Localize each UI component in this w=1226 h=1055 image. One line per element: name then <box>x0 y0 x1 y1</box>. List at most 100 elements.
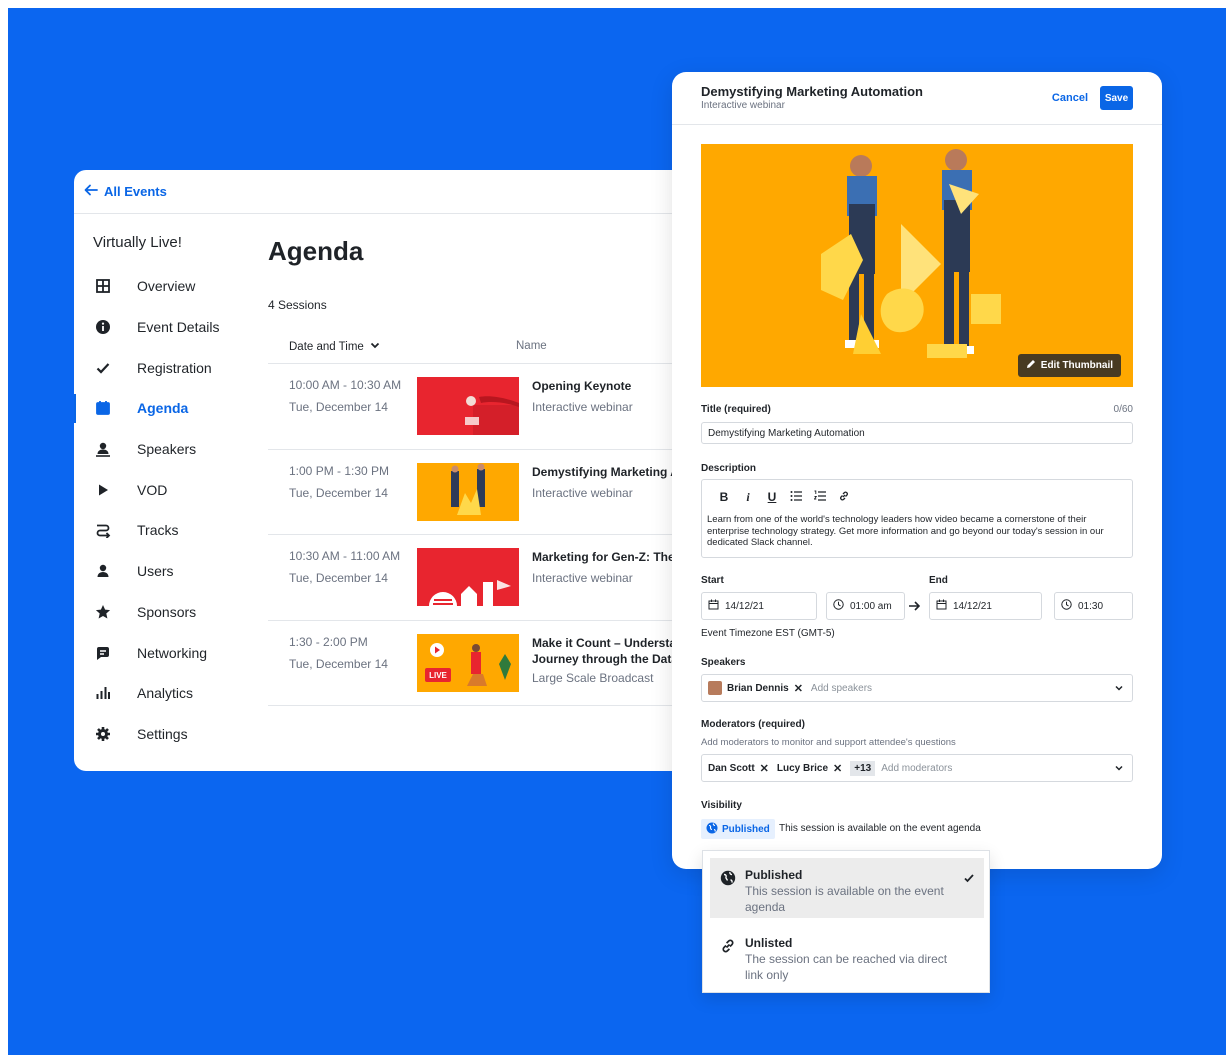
sidebar-item-event-details[interactable]: Event Details <box>74 307 254 348</box>
edit-thumbnail-button[interactable]: Edit Thumbnail <box>1017 354 1121 377</box>
globe-icon <box>706 822 718 837</box>
arrow-right-icon <box>908 599 921 611</box>
session-thumbnail <box>417 548 519 606</box>
description-editor[interactable]: B i U Learn from one of the world's tech… <box>701 479 1133 558</box>
moderators-label: Moderators (required) <box>701 719 805 730</box>
sidebar-item-settings[interactable]: Settings <box>74 714 254 755</box>
gear-icon <box>94 725 112 743</box>
session-thumbnail: LIVE <box>417 633 519 692</box>
session-name: Make it Count – Understar Journey throug… <box>532 635 681 666</box>
sidebar-item-registration[interactable]: Registration <box>74 347 254 388</box>
column-header-name: Name <box>516 340 547 352</box>
visibility-label: Visibility <box>701 800 742 811</box>
all-events-link[interactable]: All Events <box>84 183 167 200</box>
end-date-field[interactable]: 14/12/21 <box>929 592 1042 620</box>
all-events-label: All Events <box>104 184 167 199</box>
visibility-option-published[interactable]: Published This session is available on t… <box>710 858 984 918</box>
visibility-value: Published <box>722 823 770 835</box>
moderator-name: Lucy Brice <box>776 762 829 774</box>
start-time-field[interactable]: 01:00 am <box>826 592 905 620</box>
sidebar-item-users[interactable]: Users <box>74 551 254 592</box>
start-date-value: 14/12/21 <box>725 600 764 612</box>
calendar-icon <box>708 599 725 613</box>
moderators-select[interactable]: Dan Scott ✕ Lucy Brice ✕ +13 Add moderat… <box>701 754 1133 782</box>
session-type: Interactive webinar <box>532 571 633 585</box>
grid-icon <box>94 277 112 295</box>
sidebar-item-label: Overview <box>137 278 196 295</box>
chevron-down-icon <box>1114 683 1124 693</box>
save-button[interactable]: Save <box>1100 86 1133 110</box>
sidebar-item-tracks[interactable]: Tracks <box>74 510 254 551</box>
title-label: Title (required) <box>701 404 771 415</box>
sidebar: Virtually Live! Overview Event Details R… <box>74 214 254 771</box>
visibility-select[interactable]: Published <box>701 819 775 839</box>
sidebar-item-analytics[interactable]: Analytics <box>74 673 254 714</box>
speaker-chip: Brian Dennis ✕ <box>708 681 803 695</box>
more-moderators-badge[interactable]: +13 <box>850 760 876 776</box>
sidebar-item-vod[interactable]: VOD <box>74 469 254 510</box>
numbered-list-button[interactable] <box>808 489 832 505</box>
session-date: Tue, December 14 <box>289 485 388 500</box>
sidebar-item-sponsors[interactable]: Sponsors <box>74 592 254 633</box>
edit-session-panel: Demystifying Marketing Automation Intera… <box>672 72 1162 869</box>
start-date-field[interactable]: 14/12/21 <box>701 592 817 620</box>
tracks-icon <box>94 521 112 539</box>
edit-header: Demystifying Marketing Automation Intera… <box>672 72 1162 125</box>
cancel-button[interactable]: Cancel <box>1052 92 1088 104</box>
timezone-text: Event Timezone EST (GMT-5) <box>701 628 835 639</box>
bullet-list-button[interactable] <box>784 489 808 505</box>
chevron-down-icon <box>370 340 380 353</box>
speaker-person-icon <box>94 440 112 458</box>
speaker-name: Brian Dennis <box>727 682 789 694</box>
check-icon <box>94 359 112 377</box>
remove-moderator-button[interactable]: ✕ <box>760 762 769 775</box>
session-time: 10:00 AM - 10:30 AM <box>289 378 402 392</box>
description-text: Learn from one of the world's technology… <box>707 514 1104 548</box>
option-title: Unlisted <box>745 936 793 950</box>
italic-button[interactable]: i <box>736 489 760 505</box>
column-header-date: Date and Time <box>289 340 364 353</box>
live-badge-label: LIVE <box>429 671 447 680</box>
bold-button[interactable]: B <box>712 489 736 505</box>
session-subtitle: Interactive webinar <box>701 100 785 111</box>
sidebar-item-overview[interactable]: Overview <box>74 266 254 307</box>
link-icon <box>838 490 850 505</box>
rich-text-toolbar: B i U <box>702 480 1132 510</box>
sort-date-time-header[interactable]: Date and Time <box>268 340 516 353</box>
visibility-option-unlisted[interactable]: Unlisted The session can be reached via … <box>710 926 984 986</box>
link-icon <box>720 938 736 954</box>
session-hero-thumbnail: Edit Thumbnail <box>701 144 1133 387</box>
option-description: This session is available on the event a… <box>745 884 944 914</box>
link-button[interactable] <box>832 489 856 505</box>
description-label: Description <box>701 463 757 474</box>
remove-speaker-button[interactable]: ✕ <box>794 682 803 695</box>
end-label: End <box>929 575 948 586</box>
start-time-value: 01:00 am <box>850 600 892 612</box>
sidebar-item-agenda[interactable]: Agenda <box>74 388 254 429</box>
session-time: 1:00 PM - 1:30 PM <box>289 463 390 478</box>
bar-chart-icon <box>94 684 112 702</box>
arrow-left-icon <box>84 183 98 200</box>
session-type: Large Scale Broadcast <box>532 670 654 685</box>
sidebar-item-speakers[interactable]: Speakers <box>74 429 254 470</box>
numbered-list-icon <box>813 490 826 505</box>
moderator-chip: Dan Scott ✕ <box>708 762 769 775</box>
title-input[interactable]: Demystifying Marketing Automation <box>701 422 1133 444</box>
moderator-name: Dan Scott <box>708 762 755 774</box>
sidebar-item-label: Agenda <box>137 400 189 417</box>
sidebar-item-label: Analytics <box>137 685 194 702</box>
underline-button[interactable]: U <box>760 489 784 505</box>
session-title-heading: Demystifying Marketing Automation <box>701 84 923 99</box>
sidebar-item-label: Networking <box>137 644 208 661</box>
title-char-count: 0/60 <box>1113 404 1133 415</box>
bullet-list-icon <box>790 490 802 505</box>
user-icon <box>94 562 112 580</box>
option-title: Published <box>745 868 803 882</box>
sidebar-item-label: Settings <box>137 725 188 742</box>
end-time-field[interactable]: 01:30 <box>1054 592 1133 620</box>
speakers-select[interactable]: Brian Dennis ✕ Add speakers <box>701 674 1133 702</box>
end-date-value: 14/12/21 <box>953 600 992 612</box>
sidebar-item-networking[interactable]: Networking <box>74 632 254 673</box>
sidebar-item-label: Tracks <box>137 522 179 539</box>
remove-moderator-button[interactable]: ✕ <box>833 762 842 775</box>
